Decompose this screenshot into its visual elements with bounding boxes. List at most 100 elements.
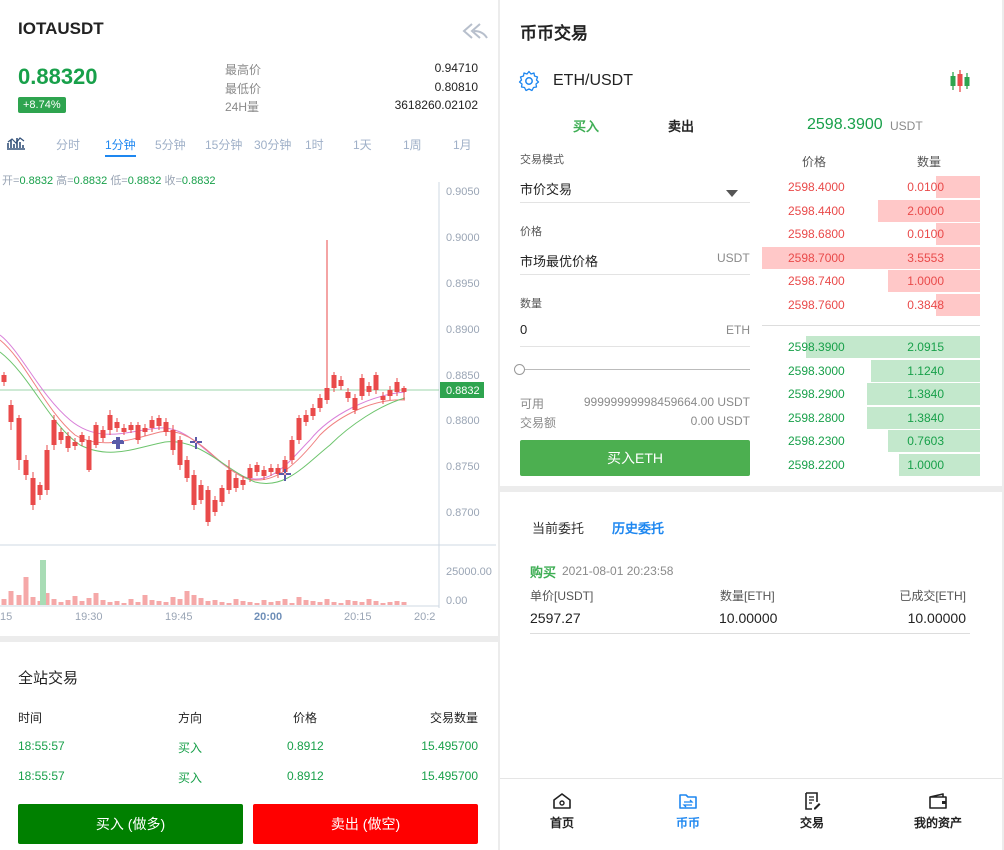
candle-body xyxy=(191,475,197,505)
trade-side: 买入 xyxy=(178,741,203,755)
candle-body xyxy=(184,460,190,478)
volume-bar xyxy=(205,601,211,605)
order-time: 2021-08-01 20:23:58 xyxy=(562,564,674,578)
volume-bar xyxy=(135,602,141,605)
candle-body xyxy=(79,435,85,442)
volume-bar xyxy=(184,591,190,605)
quantity-label: 数量 xyxy=(520,298,542,310)
volume-bar xyxy=(359,602,365,605)
tab-sell[interactable]: 卖出 xyxy=(668,116,694,135)
candle-body xyxy=(156,418,162,426)
candle-body xyxy=(317,398,323,408)
candle-body xyxy=(387,390,393,396)
trade-mode-select[interactable]: 市价交易 xyxy=(520,179,572,198)
volume-bar xyxy=(366,599,372,605)
volume-bar xyxy=(149,600,155,605)
pair-selector[interactable]: ETH/USDT xyxy=(553,72,633,90)
candle-body xyxy=(163,422,169,432)
tf-1h[interactable]: 1时 xyxy=(305,136,324,153)
candle-body xyxy=(352,398,358,410)
tf-timeline[interactable]: 分时 xyxy=(56,136,80,153)
candle-body xyxy=(261,470,267,476)
wallet-icon xyxy=(929,793,947,809)
volume-bar xyxy=(93,593,99,605)
volume-bar xyxy=(373,601,379,605)
order-col-qty: 数量[ETH] xyxy=(720,589,775,603)
col-header-price: 价格 xyxy=(293,711,318,725)
orderbook-price: 2598.7000 xyxy=(788,250,845,265)
tf-1min[interactable]: 1分钟 xyxy=(105,136,136,157)
candle-body xyxy=(30,478,36,505)
chevron-down-icon[interactable] xyxy=(726,184,738,202)
submit-buy-button[interactable]: 买入ETH xyxy=(520,440,750,476)
current-price-tag-text: 0.8832 xyxy=(446,385,480,397)
change-badge: +8.74% xyxy=(18,97,66,113)
orderbook-price: 2598.7400 xyxy=(788,274,845,289)
volume-bar xyxy=(247,602,253,605)
volume-bar xyxy=(324,599,330,605)
tf-1mo[interactable]: 1月 xyxy=(453,136,472,153)
volume-bar xyxy=(1,599,7,605)
home-icon xyxy=(553,793,571,809)
candle-body xyxy=(100,430,106,438)
volume-label: 24H量 xyxy=(225,100,260,114)
candle-body xyxy=(247,468,253,478)
candle-body xyxy=(37,485,43,495)
tf-1w[interactable]: 1周 xyxy=(403,136,422,153)
percent-slider-track[interactable] xyxy=(520,369,750,370)
indicator-icon[interactable] xyxy=(6,136,26,155)
order-col-filled: 已成交[ETH] xyxy=(899,589,966,603)
section-divider xyxy=(0,636,498,642)
tf-1d[interactable]: 1天 xyxy=(353,136,372,153)
orderbook-price: 2598.2200 xyxy=(788,458,845,472)
volume-bar xyxy=(86,598,92,605)
volume-bar xyxy=(16,595,22,605)
orderbook-price: 2598.2800 xyxy=(788,410,845,425)
amount-label: 交易额 xyxy=(520,416,557,430)
tab-history-orders[interactable]: 历史委托 xyxy=(612,518,664,537)
orderbook-qty: 2.0915 xyxy=(907,340,944,354)
candle-body xyxy=(233,478,239,488)
orderbook-qty: 2.0000 xyxy=(907,203,944,218)
tab-buy[interactable]: 买入 xyxy=(573,116,599,135)
quantity-input[interactable]: 0 xyxy=(520,322,527,337)
volume-bars-group xyxy=(1,560,407,605)
candle-body xyxy=(310,408,316,416)
orderbook-qty: 1.3840 xyxy=(907,410,944,425)
volume-bar xyxy=(212,600,218,605)
nav-home-label: 首页 xyxy=(549,816,574,830)
orderbook-price: 2598.3000 xyxy=(788,363,845,378)
nav-home[interactable]: 首页 xyxy=(522,792,602,831)
candlestick-chart-icon[interactable] xyxy=(948,69,972,98)
orderbook-price: 2598.7600 xyxy=(788,298,845,312)
orderbook-price: 2598.4400 xyxy=(788,203,845,218)
back-icon[interactable] xyxy=(462,22,488,45)
orderbook-qty: 0.0100 xyxy=(907,180,944,194)
tab-current-orders[interactable]: 当前委托 xyxy=(532,518,584,537)
price-input[interactable]: 市场最优价格 xyxy=(520,251,598,270)
nav-assets[interactable]: 我的资产 xyxy=(898,792,978,831)
volume-bar xyxy=(296,597,302,605)
kline-panel: IOTAUSDT 0.88320 +8.74% 最高价 0.94710 最低价 … xyxy=(0,0,498,850)
tf-5min[interactable]: 5分钟 xyxy=(155,136,186,153)
percent-slider-handle[interactable] xyxy=(514,364,525,375)
volume-tick: 25000.00 xyxy=(446,566,492,578)
low-value: 0.80810 xyxy=(434,80,478,94)
nav-spot-label: 币币 xyxy=(675,816,700,830)
price-tick: 0.8900 xyxy=(446,324,480,336)
field-divider xyxy=(520,202,750,203)
tf-15min[interactable]: 15分钟 xyxy=(205,136,242,153)
available-label: 可用 xyxy=(520,397,545,411)
volume-bar xyxy=(163,602,169,605)
tf-30min[interactable]: 30分钟 xyxy=(254,136,291,153)
orderbook-qty: 1.3840 xyxy=(907,387,944,402)
sell-short-button[interactable]: 卖出 (做空) xyxy=(253,804,478,844)
volume-bar xyxy=(289,603,295,605)
kline-chart[interactable]: 0.8832 0.9050 0.9000 0.8950 0.8900 0.885… xyxy=(0,160,498,630)
volume-bar xyxy=(310,601,316,605)
settings-gear-icon[interactable] xyxy=(518,70,540,97)
nav-trade[interactable]: 交易 xyxy=(772,792,852,831)
nav-spot[interactable]: 币币 xyxy=(648,792,728,831)
buy-long-button[interactable]: 买入 (做多) xyxy=(18,804,243,844)
folder-swap-icon xyxy=(679,794,697,809)
